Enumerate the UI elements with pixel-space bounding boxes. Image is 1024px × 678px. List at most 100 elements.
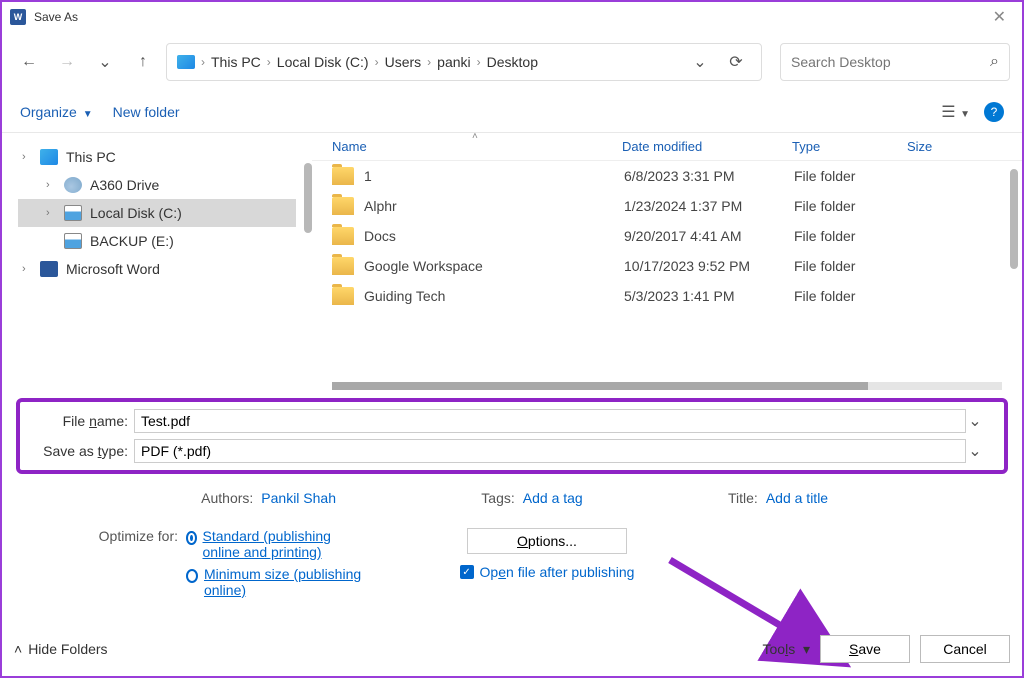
chevron-right-icon[interactable]: › [267, 55, 271, 69]
folder-icon [332, 227, 354, 245]
save-button[interactable]: Save [820, 635, 910, 663]
file-row[interactable]: 16/8/2023 3:31 PMFile folder [312, 161, 1022, 191]
file-row[interactable]: Google Workspace10/17/2023 9:52 PMFile f… [312, 251, 1022, 281]
refresh-icon[interactable]: ⟳ [721, 47, 751, 77]
tags-label: Tags: [481, 490, 514, 506]
tree-label: A360 Drive [90, 177, 159, 193]
scrollbar-thumb[interactable] [304, 163, 312, 233]
tree-panel: › This PC › A360 Drive › Local Disk (C:) BACKU… [2, 133, 312, 392]
file-row[interactable]: Docs9/20/2017 4:41 AMFile folder [312, 221, 1022, 251]
breadcrumb[interactable]: Local Disk (C:) [277, 54, 369, 70]
radio-icon [186, 569, 198, 583]
file-name: Google Workspace [364, 258, 624, 274]
search-icon[interactable]: ⌕ [990, 53, 999, 71]
file-browser: › This PC › A360 Drive › Local Disk (C:) BACKU… [2, 132, 1022, 392]
navbar: ← → ⌄ ↑ › This PC › Local Disk (C:) › Us… [2, 32, 1022, 92]
chevron-right-icon[interactable]: › [201, 55, 205, 69]
folder-icon [332, 257, 354, 275]
chevron-right-icon[interactable]: › [375, 55, 379, 69]
tree-item[interactable]: › This PC [18, 143, 296, 171]
chevron-icon[interactable]: › [46, 179, 64, 191]
tree-label: BACKUP (E:) [90, 233, 174, 249]
new-folder-button[interactable]: New folder [113, 104, 180, 120]
up-icon[interactable]: ↑ [128, 47, 158, 77]
col-type[interactable]: Type [792, 139, 907, 154]
file-date: 5/3/2023 1:41 PM [624, 288, 794, 304]
chevron-up-icon: ˄ [14, 641, 22, 657]
window-title: Save As [34, 10, 78, 24]
file-type: File folder [794, 228, 909, 244]
radio-standard-label: Standard (publishing online and printing… [203, 528, 367, 560]
organize-button[interactable]: Organize ▼ [20, 104, 93, 120]
col-size[interactable]: Size [907, 139, 932, 154]
column-headers: ˄ Name Date modified Type Size [312, 133, 1022, 161]
authors-value[interactable]: Pankil Shah [261, 490, 336, 506]
search-input[interactable] [791, 54, 990, 70]
optimize-label: Optimize for: [56, 528, 186, 604]
breadcrumb[interactable]: This PC [211, 54, 261, 70]
chevron-right-icon[interactable]: › [477, 55, 481, 69]
chevron-icon[interactable]: › [22, 151, 40, 163]
recent-dropdown-icon[interactable]: ⌄ [90, 47, 120, 77]
save-type-select[interactable] [134, 439, 966, 463]
open-after-checkbox[interactable]: ✓ Open file after publishing [460, 564, 635, 580]
tree-label: This PC [66, 149, 116, 165]
folder-icon [332, 197, 354, 215]
pc-icon [177, 55, 195, 69]
file-type: File folder [794, 258, 909, 274]
file-name: 1 [364, 168, 624, 184]
chevron-icon[interactable]: › [46, 207, 64, 219]
scrollbar-thumb[interactable] [1010, 169, 1018, 269]
file-row[interactable]: Alphr1/23/2024 1:37 PMFile folder [312, 191, 1022, 221]
file-date: 9/20/2017 4:41 AM [624, 228, 794, 244]
tree-item[interactable]: › Local Disk (C:) [18, 199, 296, 227]
hide-folders-label: Hide Folders [28, 641, 107, 657]
file-list-panel: ˄ Name Date modified Type Size 16/8/2023… [312, 133, 1022, 392]
scrollbar-horizontal[interactable] [332, 382, 1002, 390]
tools-dropdown[interactable]: Tools ▾ [762, 641, 810, 658]
tree-item[interactable]: BACKUP (E:) [18, 227, 296, 255]
help-icon[interactable]: ? [984, 102, 1004, 122]
close-icon[interactable]: ✕ [985, 3, 1014, 31]
file-name: Guiding Tech [364, 288, 624, 304]
chevron-down-icon[interactable]: ⌄ [966, 411, 984, 431]
hide-folders-button[interactable]: ˄ Hide Folders [14, 641, 108, 657]
tree-label: Microsoft Word [66, 261, 160, 277]
chevron-right-icon[interactable]: › [427, 55, 431, 69]
file-name-label: File name: [40, 413, 134, 429]
file-name-input[interactable] [134, 409, 966, 433]
tree-item[interactable]: › A360 Drive [18, 171, 296, 199]
tree-item[interactable]: › Microsoft Word [18, 255, 296, 283]
search-box[interactable]: ⌕ [780, 43, 1010, 81]
address-bar[interactable]: › This PC › Local Disk (C:) › Users › pa… [166, 43, 762, 81]
title-meta-value[interactable]: Add a title [766, 490, 828, 506]
radio-icon [186, 531, 197, 545]
options-button[interactable]: Options... [467, 528, 627, 554]
col-date[interactable]: Date modified [622, 139, 792, 154]
chevron-down-icon[interactable]: ⌄ [966, 441, 984, 461]
file-type: File folder [794, 168, 909, 184]
title-meta-label: Title: [728, 490, 758, 506]
tags-value[interactable]: Add a tag [523, 490, 583, 506]
disk-icon [64, 233, 82, 249]
disk-icon [64, 205, 82, 221]
breadcrumb[interactable]: Desktop [487, 54, 538, 70]
pc-icon [40, 149, 58, 165]
forward-icon[interactable]: → [52, 47, 82, 77]
file-date: 6/8/2023 3:31 PM [624, 168, 794, 184]
dropdown-icon[interactable]: ⌄ [685, 47, 715, 77]
file-type: File folder [794, 198, 909, 214]
radio-standard[interactable]: Standard (publishing online and printing… [186, 528, 366, 560]
radio-minimum-label: Minimum size (publishing online) [204, 566, 366, 598]
chevron-icon[interactable]: › [22, 263, 40, 275]
view-mode-button[interactable]: ☰ ▼ [941, 102, 970, 122]
breadcrumb[interactable]: panki [437, 54, 470, 70]
breadcrumb[interactable]: Users [385, 54, 422, 70]
file-row[interactable]: Guiding Tech5/3/2023 1:41 PMFile folder [312, 281, 1022, 311]
back-icon[interactable]: ← [14, 47, 44, 77]
radio-minimum[interactable]: Minimum size (publishing online) [186, 566, 366, 598]
titlebar: W Save As ✕ [2, 2, 1022, 32]
sort-indicator-icon: ˄ [472, 131, 478, 142]
cancel-button[interactable]: Cancel [920, 635, 1010, 663]
tree-label: Local Disk (C:) [90, 205, 182, 221]
